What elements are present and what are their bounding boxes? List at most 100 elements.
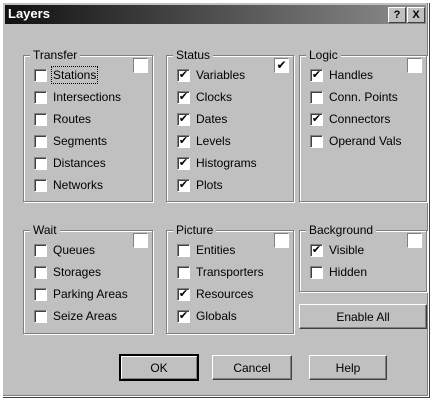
checkbox-status-histograms[interactable]: ✔ Histograms [177, 154, 257, 172]
checkbox-box[interactable] [310, 90, 323, 104]
checkbox-transfer-routes[interactable]: Routes [34, 110, 91, 128]
group-logic-label: Logic [306, 48, 341, 62]
checkbox-label: Segments [53, 134, 108, 148]
checkbox-box[interactable]: ✔ [177, 90, 190, 104]
checkbox-box[interactable] [34, 156, 47, 170]
checkbox-picture-transporters[interactable]: Transporters [177, 263, 264, 281]
checkbox-transfer-distances[interactable]: Distances [34, 154, 106, 172]
group-background-toggle[interactable] [407, 233, 422, 248]
checkbox-wait-storages[interactable]: Storages [34, 263, 101, 281]
checkbox-box[interactable]: ✔ [177, 112, 190, 126]
checkbox-label: Conn. Points [329, 90, 398, 104]
checkbox-logic-operand-vals[interactable]: Operand Vals [310, 132, 402, 150]
group-status-label: Status [173, 48, 214, 62]
help-title-button[interactable]: ? [388, 7, 406, 23]
checkbox-wait-parking-areas[interactable]: Parking Areas [34, 285, 128, 303]
checkbox-box[interactable]: ✔ [310, 243, 323, 257]
checkbox-box[interactable] [34, 265, 47, 279]
checkbox-transfer-intersections[interactable]: Intersections [34, 88, 121, 106]
checkbox-logic-conn-points[interactable]: Conn. Points [310, 88, 398, 106]
checkbox-box[interactable]: ✔ [177, 178, 190, 192]
close-title-button[interactable]: X [407, 7, 425, 23]
checkbox-box[interactable] [310, 134, 323, 148]
checkbox-label: Variables [196, 68, 246, 82]
checkbox-box[interactable]: ✔ [310, 68, 323, 82]
checkbox-box[interactable]: ✔ [177, 156, 190, 170]
checkbox-label: Storages [53, 265, 102, 279]
checkbox-box[interactable]: ✔ [177, 68, 190, 82]
ok-button[interactable]: OK [119, 354, 199, 381]
group-wait: Wait Queues Storages Parking Areas Seize Ar… [23, 223, 153, 334]
checkbox-box[interactable] [34, 134, 47, 148]
group-status: Status ✔ ✔ Variables ✔ Clocks ✔ Dates ✔ Levels ✔… [166, 48, 294, 202]
checkbox-label: Visible [329, 243, 365, 257]
checkbox-picture-resources[interactable]: ✔ Resources [177, 285, 253, 303]
checkbox-box[interactable] [34, 287, 47, 301]
checkbox-label: Networks [53, 178, 104, 192]
checkbox-status-variables[interactable]: ✔ Variables [177, 66, 245, 84]
group-picture-toggle[interactable] [274, 233, 289, 248]
group-transfer-toggle[interactable] [133, 58, 148, 73]
enable-all-button[interactable]: Enable All [299, 304, 427, 329]
cancel-button[interactable]: Cancel [212, 355, 292, 380]
group-logic: Logic ✔ Handles Conn. Points ✔ Connectors Ope… [299, 48, 427, 202]
layers-dialog: Layers ? X Transfer Stations Intersection… [2, 2, 429, 397]
checkbox-status-plots[interactable]: ✔ Plots [177, 176, 223, 194]
checkbox-label: Handles [329, 68, 374, 82]
checkbox-box[interactable] [34, 90, 47, 104]
checkbox-status-levels[interactable]: ✔ Levels [177, 132, 231, 150]
checkbox-wait-queues[interactable]: Queues [34, 241, 95, 259]
group-picture: Picture Entities Transporters ✔ Resources ✔ G… [166, 223, 294, 334]
checkbox-label: Routes [53, 112, 92, 126]
group-logic-toggle[interactable] [407, 58, 422, 73]
checkbox-label: Parking Areas [53, 287, 128, 301]
group-picture-label: Picture [173, 223, 217, 237]
checkbox-wait-seize-areas[interactable]: Seize Areas [34, 307, 117, 325]
checkbox-box[interactable] [310, 265, 323, 279]
checkbox-label: Dates [196, 112, 228, 126]
checkbox-picture-entities[interactable]: Entities [177, 241, 235, 259]
checkbox-label: Hidden [329, 265, 368, 279]
checkbox-box[interactable] [34, 178, 47, 192]
checkbox-label: Clocks [196, 90, 233, 104]
checkbox-label: Seize Areas [53, 309, 118, 323]
checkbox-box[interactable]: ✔ [177, 287, 190, 301]
checkbox-label: Resources [196, 287, 254, 301]
checkbox-logic-connectors[interactable]: ✔ Connectors [310, 110, 390, 128]
checkbox-status-clocks[interactable]: ✔ Clocks [177, 88, 232, 106]
checkbox-box[interactable] [34, 309, 47, 323]
checkbox-label: Intersections [53, 90, 122, 104]
checkbox-label: Globals [196, 309, 237, 323]
checkbox-box[interactable]: ✔ [177, 134, 190, 148]
checkbox-label: Plots [196, 178, 223, 192]
checkbox-transfer-segments[interactable]: Segments [34, 132, 107, 150]
checkbox-box[interactable] [34, 243, 47, 257]
title-bar[interactable]: Layers ? X [5, 5, 426, 24]
checkbox-label: Histograms [196, 156, 257, 170]
group-wait-label: Wait [30, 223, 60, 237]
checkbox-label: Levels [196, 134, 231, 148]
checkbox-transfer-networks[interactable]: Networks [34, 176, 103, 194]
checkbox-background-visible[interactable]: ✔ Visible [310, 241, 364, 259]
checkbox-box[interactable]: ✔ [177, 309, 190, 323]
group-background-label: Background [306, 223, 377, 237]
checkbox-label: Entities [196, 243, 236, 257]
group-status-toggle[interactable]: ✔ [274, 58, 289, 73]
group-wait-toggle[interactable] [133, 233, 148, 248]
checkbox-box[interactable] [177, 265, 190, 279]
checkbox-label: Queues [53, 243, 96, 257]
checkbox-status-dates[interactable]: ✔ Dates [177, 110, 227, 128]
dialog-title: Layers [8, 6, 50, 21]
checkbox-label: Transporters [196, 265, 264, 279]
checkbox-box[interactable] [177, 243, 190, 257]
help-button[interactable]: Help [309, 355, 387, 380]
checkbox-box[interactable] [34, 112, 47, 126]
checkbox-transfer-stations[interactable]: Stations [34, 66, 99, 84]
checkbox-background-hidden[interactable]: Hidden [310, 263, 367, 281]
checkbox-box[interactable]: ✔ [310, 112, 323, 126]
checkbox-picture-globals[interactable]: ✔ Globals [177, 307, 237, 325]
checkbox-label: Operand Vals [329, 134, 402, 148]
checkbox-logic-handles[interactable]: ✔ Handles [310, 66, 373, 84]
checkbox-label: Distances [53, 156, 106, 170]
checkbox-box[interactable] [34, 68, 47, 82]
